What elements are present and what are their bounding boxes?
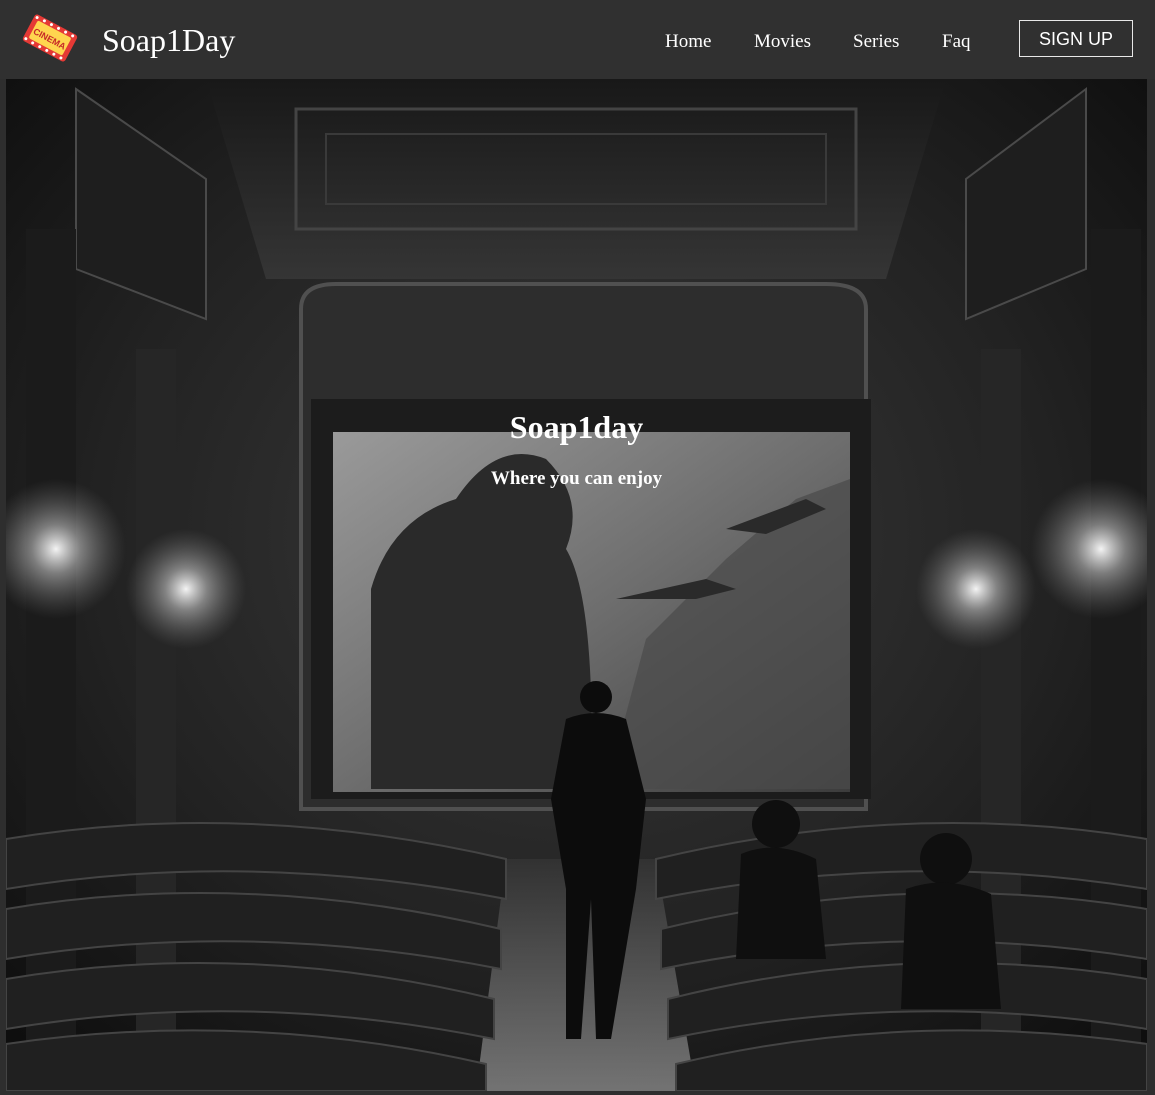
- nav-series[interactable]: Series: [853, 30, 899, 54]
- sign-up-button[interactable]: SIGN UP: [1019, 20, 1133, 57]
- nav-movies[interactable]: Movies: [754, 30, 811, 54]
- hero-subtitle: Where you can enjoy: [490, 468, 663, 489]
- cinema-ticket-icon[interactable]: CINEMA: [18, 6, 82, 70]
- brand-title[interactable]: Soap1Day: [102, 20, 235, 60]
- nav-home[interactable]: Home: [665, 30, 711, 54]
- cinema-theater-illustration: [6, 79, 1147, 1091]
- nav-faq[interactable]: Faq: [942, 30, 971, 54]
- hero-title: Soap1day: [509, 409, 644, 445]
- hero-section: Soap1day Where you can enjoy: [6, 79, 1147, 1091]
- navbar: CINEMA Soap1Day Home Movies Series Faq S…: [0, 0, 1155, 79]
